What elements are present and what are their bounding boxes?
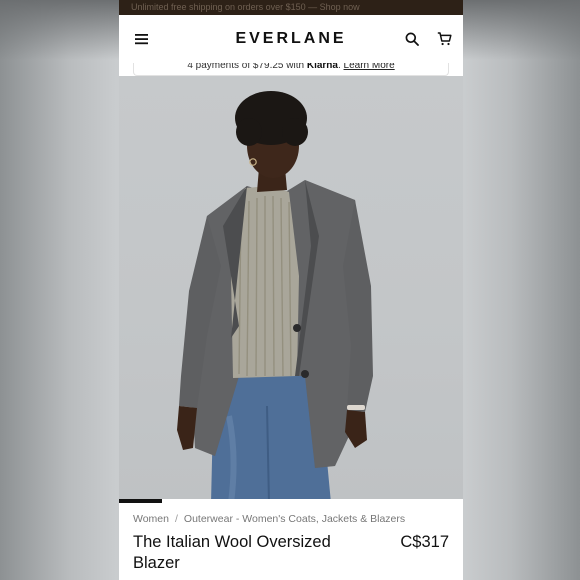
product-info: Women / Outerwear - Women's Coats, Jackets… (119, 503, 463, 574)
header-actions (403, 30, 453, 48)
product-title: The Italian Wool Oversized Blazer (133, 533, 331, 572)
klarna-learn-more-link[interactable]: Learn More (344, 63, 395, 71)
promo-banner[interactable]: Unlimited free shipping on orders over $… (119, 0, 463, 15)
product-image-carousel[interactable] (119, 76, 463, 503)
promo-text: Unlimited free shipping on orders over $… (131, 2, 360, 12)
search-icon[interactable] (403, 30, 421, 48)
breadcrumb: Women / Outerwear - Women's Coats, Jackets… (133, 513, 449, 525)
klarna-payment-banner: 4 payments of $79.25 with Klarna. Learn … (133, 63, 449, 76)
product-price: C$317 (400, 533, 449, 551)
klarna-logo: Klarna (306, 63, 338, 71)
carousel-track (119, 499, 463, 503)
mobile-screen: Unlimited free shipping on orders over $… (119, 0, 463, 580)
breadcrumb-outerwear-link[interactable]: Outerwear - Women's Coats, Jackets & Bla… (184, 513, 405, 525)
title-row: The Italian Wool Oversized Blazer C$317 (133, 532, 449, 574)
cart-icon[interactable] (435, 30, 453, 48)
hamburger-menu-icon[interactable] (133, 30, 151, 48)
klarna-text: 4 payments of $79.25 with (187, 63, 307, 71)
breadcrumb-separator: / (175, 513, 178, 525)
breadcrumb-women-link[interactable]: Women (133, 513, 169, 525)
site-header: EVERLANE (119, 15, 463, 63)
carousel-progress-indicator (119, 499, 162, 503)
product-photo (177, 91, 373, 503)
